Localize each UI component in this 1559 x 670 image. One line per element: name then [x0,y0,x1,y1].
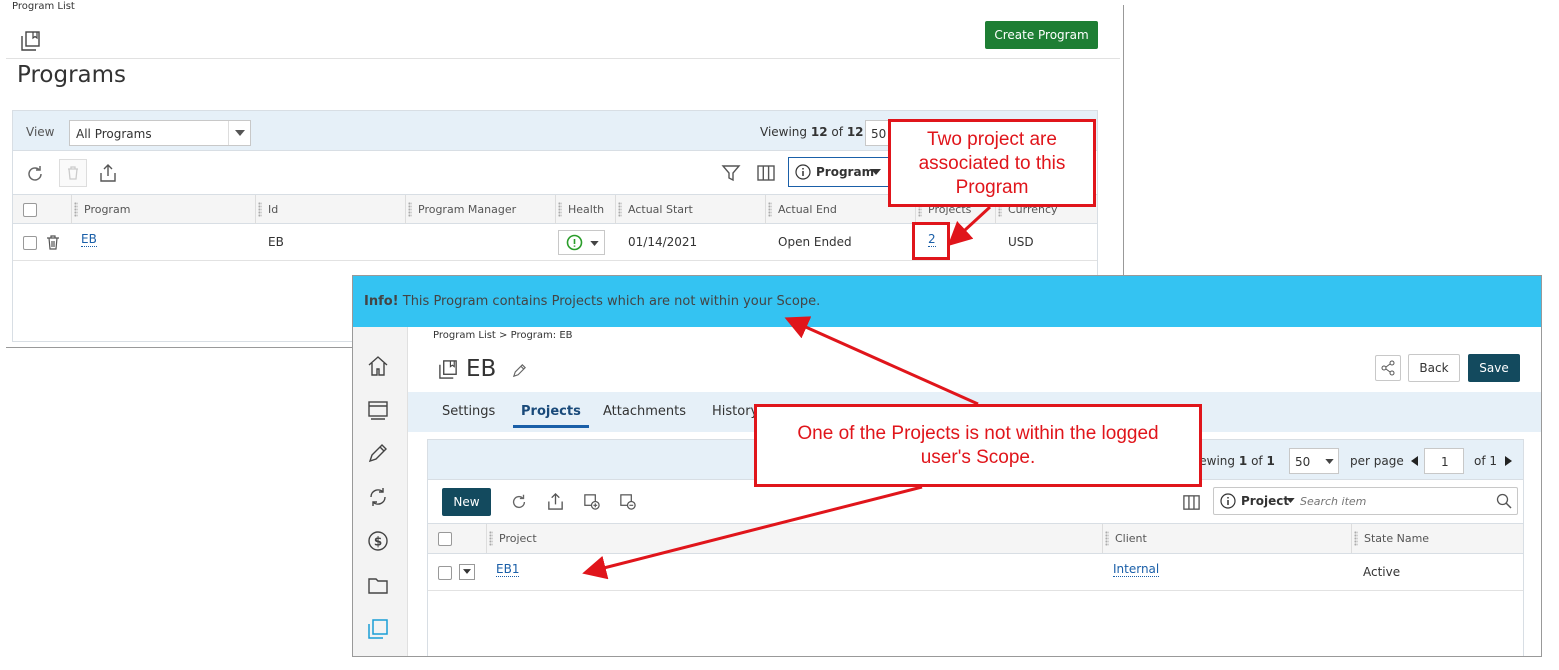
arrow-to-projects-count [947,205,992,247]
annotation-arrows [582,205,992,580]
arrow-to-project-row [582,485,923,580]
arrow-to-info-banner [784,316,979,406]
